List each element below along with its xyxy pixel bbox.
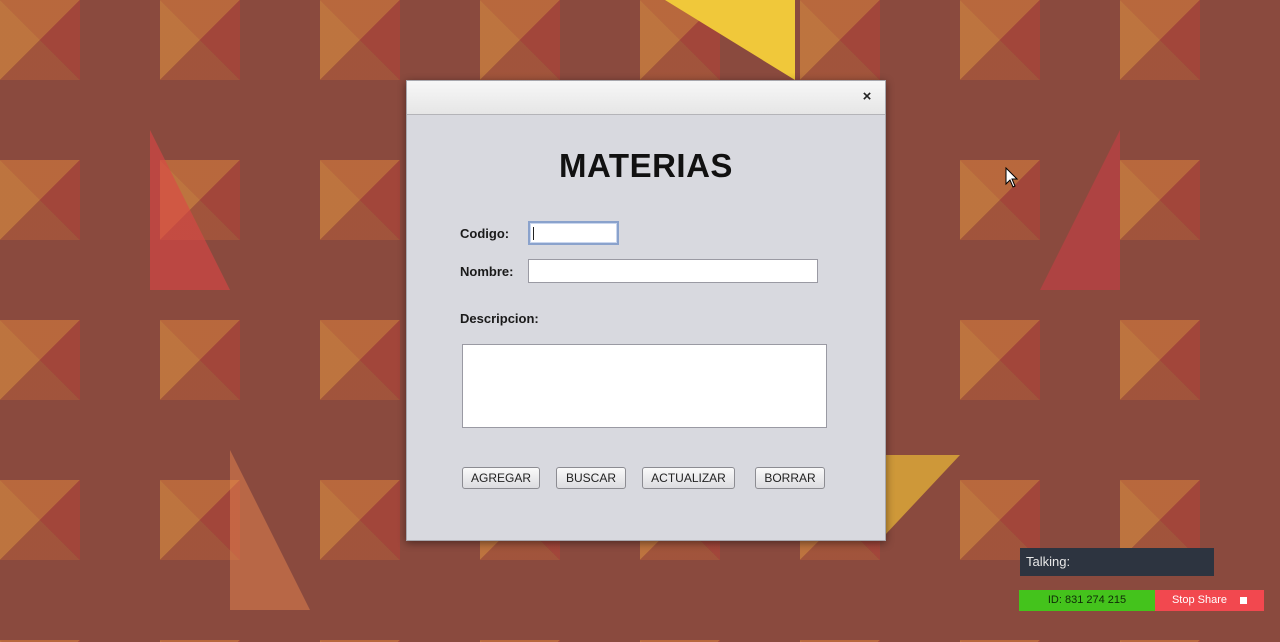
dialog-titlebar[interactable]: × (407, 81, 885, 115)
form-title: MATERIAS (559, 147, 733, 184)
wallpaper-shape (230, 450, 310, 610)
wallpaper-shape (150, 130, 230, 290)
talking-indicator: Talking: (1020, 548, 1214, 576)
codigo-label: Codigo: (460, 226, 510, 241)
nombre-label: Nombre: (460, 264, 514, 279)
text-caret (533, 227, 534, 240)
stop-icon (1240, 596, 1248, 604)
wallpaper-shape (665, 0, 795, 80)
session-id-badge: ID: 831 274 215 (1019, 590, 1155, 611)
descripcion-label: Descripcion: (460, 311, 539, 326)
desktop-background: × MATERIAS Codigo: Nombre: Descripcion: … (0, 0, 1280, 642)
close-icon[interactable]: × (859, 89, 875, 105)
stop-share-button[interactable]: Stop Share (1155, 590, 1264, 611)
actualizar-button[interactable]: ACTUALIZAR (642, 467, 735, 489)
borrar-button[interactable]: BORRAR (755, 467, 825, 489)
wallpaper-shape (885, 455, 960, 535)
wallpaper-shape (1040, 130, 1120, 290)
materias-dialog: × MATERIAS Codigo: Nombre: Descripcion: … (406, 80, 886, 541)
agregar-button[interactable]: AGREGAR (462, 467, 540, 489)
buscar-button[interactable]: BUSCAR (556, 467, 626, 489)
mouse-cursor-icon (1005, 167, 1019, 188)
stop-share-label: Stop Share (1171, 594, 1227, 606)
descripcion-textarea[interactable] (462, 344, 827, 428)
codigo-input[interactable] (528, 221, 619, 245)
nombre-input[interactable] (528, 259, 818, 283)
